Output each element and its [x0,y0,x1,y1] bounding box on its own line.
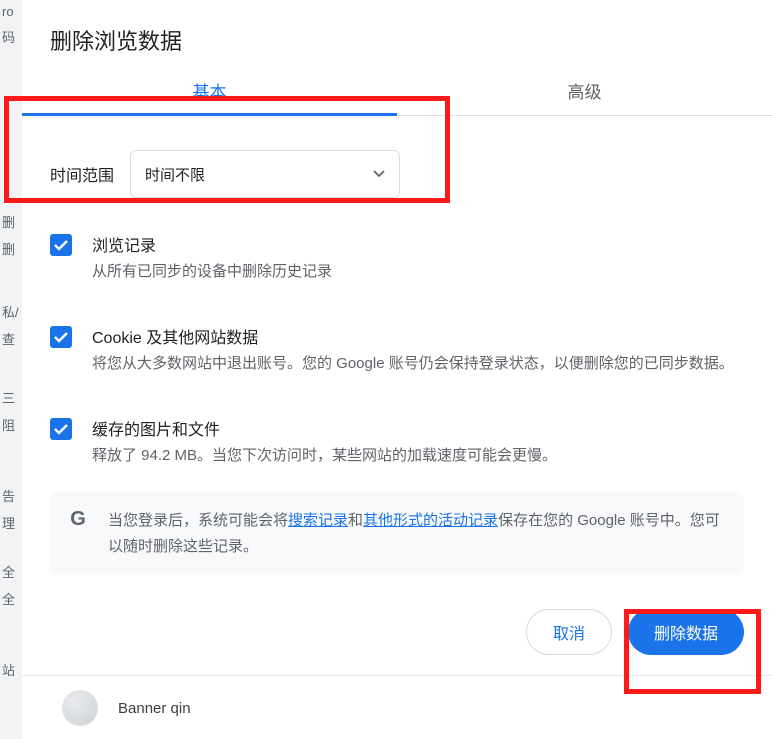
clear-browsing-data-dialog: 删除浏览数据 基本 高级 时间范围 时间不限 浏览记录 从所有已同步的设备中删除… [22,0,772,739]
notice-text-and: 和 [348,512,363,529]
option-cookies-title: Cookie 及其他网站数据 [92,324,744,348]
avatar [62,690,98,726]
dialog-tabs: 基本 高级 [22,70,772,116]
link-search-records[interactable]: 搜索记录 [288,512,348,529]
dialog-title: 删除浏览数据 [22,0,772,70]
cancel-button[interactable]: 取消 [526,609,612,655]
checkbox-cookies[interactable] [50,326,72,348]
tab-advanced[interactable]: 高级 [397,70,772,115]
option-cache-desc: 释放了 94.2 MB。当您下次访问时，某些网站的加载速度可能会更慢。 [92,444,744,468]
option-history-desc: 从所有已同步的设备中删除历史记录 [92,260,744,284]
option-history: 浏览记录 从所有已同步的设备中删除历史记录 [92,232,744,284]
account-row: Banner qin [22,675,772,726]
chevron-down-icon [373,170,385,178]
account-name: Banner qin [118,700,191,717]
dialog-footer: 取消 删除数据 [22,575,772,675]
background-sidebar: ro 码 删 删 私/ 查 三 阻 告 理 全 全 站 [0,0,22,739]
google-account-notice: G 当您登录后，系统可能会将搜索记录和其他形式的活动记录保存在您的 Google… [50,492,744,575]
time-range-row: 时间范围 时间不限 [50,136,744,218]
time-range-select[interactable]: 时间不限 [130,150,400,198]
tab-basic[interactable]: 基本 [22,70,397,115]
time-range-value: 时间不限 [145,164,205,185]
option-cookies-desc: 将您从大多数网站中退出账号。您的 Google 账号仍会保持登录状态，以便删除您… [92,352,744,376]
notice-text-pre: 当您登录后，系统可能会将 [108,512,288,529]
option-cookies: Cookie 及其他网站数据 将您从大多数网站中退出账号。您的 Google 账… [92,324,744,376]
checkbox-cache[interactable] [50,418,72,440]
option-cache-title: 缓存的图片和文件 [92,416,744,440]
option-cache: 缓存的图片和文件 释放了 94.2 MB。当您下次访问时，某些网站的加载速度可能… [92,416,744,468]
google-logo-icon: G [66,508,90,532]
option-history-title: 浏览记录 [92,232,744,256]
delete-data-button[interactable]: 删除数据 [628,609,744,655]
link-other-activity[interactable]: 其他形式的活动记录 [363,512,498,529]
checkbox-history[interactable] [50,234,72,256]
time-range-label: 时间范围 [50,162,114,186]
